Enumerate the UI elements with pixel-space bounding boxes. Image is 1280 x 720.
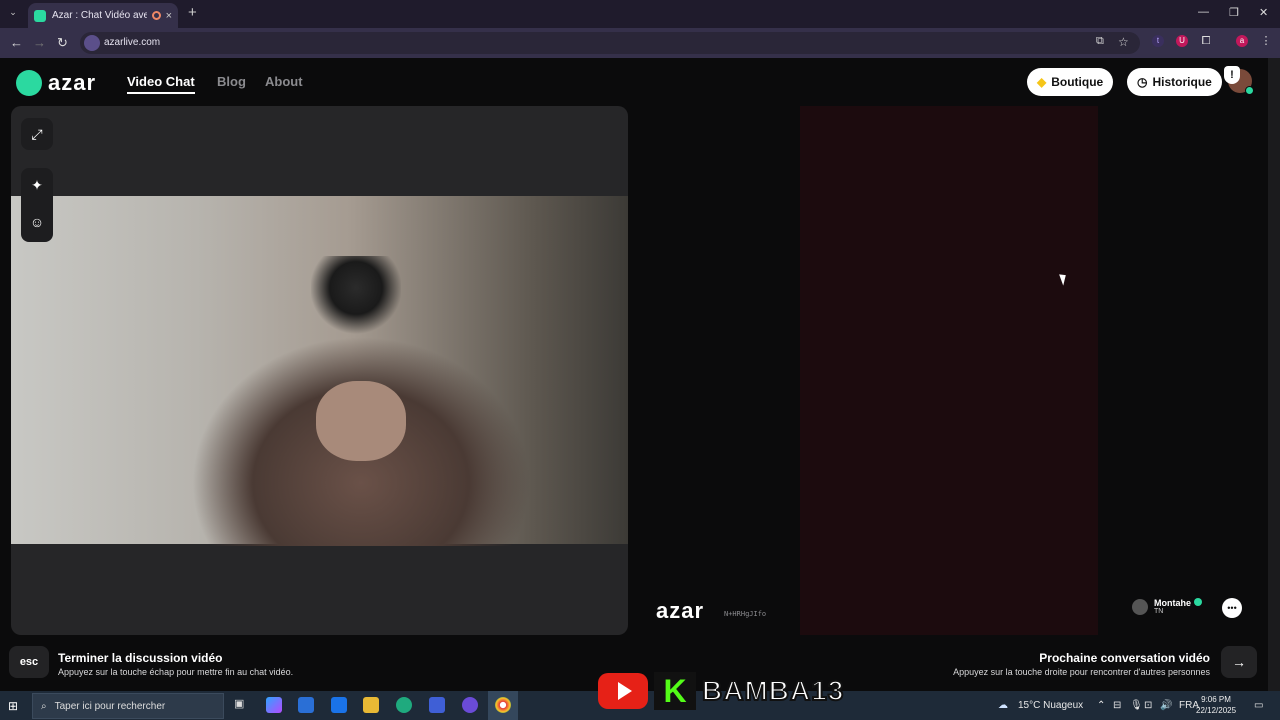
azar-logo-text: azar	[48, 70, 97, 95]
next-chat-title: Prochaine conversation vidéo	[1039, 651, 1210, 665]
install-app-icon[interactable]: ⧉	[1096, 35, 1104, 48]
esc-key-button[interactable]: esc	[9, 646, 49, 678]
end-chat-subtitle: Appuyez sur la touche échap pour mettre …	[58, 667, 294, 677]
chat-icon[interactable]: •••	[1222, 598, 1242, 618]
browser-menu-icon[interactable]: ⋮	[1260, 35, 1272, 47]
next-chat-subtitle: Appuyez sur la touche droite pour rencon…	[953, 667, 1210, 677]
address-bar-row: ← → ↻ azarlive.com ⧉ ☆	[0, 28, 1280, 58]
url-text: azarlive.com	[104, 37, 161, 48]
channel-name: BAMBA13	[701, 674, 845, 707]
file-explorer-icon[interactable]	[363, 697, 379, 713]
search-icon: ⌕	[41, 700, 47, 712]
azar-logo-mark	[16, 70, 42, 96]
peer-avatar	[1132, 598, 1148, 615]
verified-badge-icon	[1194, 598, 1202, 606]
tab-title: Azar : Chat Vidéo avec de n	[52, 10, 147, 21]
nav-video-chat[interactable]: Video Chat	[127, 74, 195, 94]
volume-icon[interactable]: 🔊	[1160, 700, 1172, 711]
edge-icon[interactable]	[396, 697, 412, 713]
peer-info[interactable]: Montahe TN	[1132, 598, 1202, 615]
diamond-icon: ◆	[1037, 75, 1047, 89]
back-icon[interactable]: ←	[10, 35, 23, 50]
extension-shield-icon[interactable]: U	[1176, 35, 1188, 47]
santa-hat-shape	[311, 256, 401, 336]
historique-label: Historique	[1152, 75, 1212, 89]
recording-indicator-icon	[151, 11, 161, 20]
local-camera-feed	[11, 196, 628, 546]
next-arrow-button[interactable]: →	[1221, 646, 1257, 678]
azar-logo[interactable]: azar	[16, 70, 96, 96]
historique-button[interactable]: ◷ Historique	[1127, 68, 1222, 96]
extensions-puzzle-icon[interactable]: ⧠	[1200, 35, 1212, 47]
clock-date: 22/12/2025	[1196, 706, 1237, 715]
app-icon[interactable]	[429, 697, 445, 713]
minimize-button[interactable]: —	[1198, 6, 1209, 18]
azar-watermark: azar	[656, 598, 705, 623]
copilot-icon[interactable]	[266, 697, 282, 713]
face-shape	[316, 381, 406, 461]
taskbar-search[interactable]: ⌕ Taper ici pour rechercher	[32, 693, 224, 719]
profile-icon[interactable]: a	[1236, 35, 1248, 47]
page-scrollbar[interactable]	[1268, 58, 1280, 691]
sparkle-icon[interactable]: ✦	[21, 168, 53, 202]
close-window-button[interactable]: ✕	[1259, 6, 1268, 19]
network-icon[interactable]: ⊟	[1113, 700, 1121, 711]
peer-name: Montahe	[1154, 598, 1191, 608]
store-icon[interactable]	[298, 697, 314, 713]
nav-blog[interactable]: Blog	[217, 74, 246, 89]
restore-button[interactable]: ❐	[1229, 6, 1239, 19]
browser-tab-strip: ⌄ Azar : Chat Vidéo avec de n × + — ❐ ✕	[0, 0, 1280, 28]
streamer-overlay: K BAMBA13	[598, 672, 844, 710]
bookmark-star-icon[interactable]: ☆	[1118, 35, 1129, 49]
tab-close-icon[interactable]: ×	[166, 10, 172, 22]
new-tab-button[interactable]: +	[188, 4, 197, 21]
taskbar-search-placeholder: Taper ici pour rechercher	[54, 700, 166, 712]
play-icon	[618, 682, 632, 700]
weather-icon: ☁	[998, 700, 1008, 711]
omnibox[interactable]: azarlive.com	[80, 32, 1140, 54]
boutique-button[interactable]: ◆ Boutique	[1027, 68, 1114, 96]
site-info-icon[interactable]	[84, 35, 100, 51]
browser-tab-azar[interactable]: Azar : Chat Vidéo avec de n ×	[28, 3, 178, 28]
expand-icon[interactable]: ⤢	[21, 118, 53, 150]
tab-search-icon[interactable]: ⌄	[6, 7, 20, 21]
youtube-logo-icon	[598, 673, 648, 709]
extension-t-icon[interactable]: t	[1152, 35, 1164, 47]
discord-icon[interactable]	[462, 697, 478, 713]
chrome-icon[interactable]	[495, 697, 511, 713]
online-status-dot	[1245, 86, 1254, 95]
azar-page: azar Video Chat Blog About ◆ Boutique ◷ …	[0, 58, 1268, 691]
mail-icon[interactable]	[331, 697, 347, 713]
wifi-icon[interactable]: ⊡	[1144, 700, 1152, 711]
task-view-icon[interactable]: ▣	[234, 697, 250, 713]
boutique-label: Boutique	[1051, 75, 1104, 89]
tray-chevron-icon[interactable]: ⌃	[1097, 700, 1105, 711]
forward-icon[interactable]: →	[33, 35, 46, 50]
taskbar-clock[interactable]: 9:06 PM 22/12/2025	[1196, 694, 1236, 716]
face-filter-icon[interactable]: ☺	[21, 202, 53, 242]
clock-icon: ◷	[1137, 75, 1148, 89]
azar-favicon	[34, 9, 46, 22]
weather-text[interactable]: 15°C Nuageux	[1018, 700, 1083, 711]
mic-icon[interactable]: 🎙	[1130, 700, 1143, 711]
reload-icon[interactable]: ↻	[57, 35, 68, 51]
kick-logo-icon: K	[654, 672, 696, 710]
shield-alert-icon[interactable]: !	[1224, 66, 1240, 84]
watermark-id: N+HRHgJIfo	[724, 610, 767, 618]
clock-time: 9:06 PM	[1201, 695, 1231, 704]
windows-start-icon[interactable]: ⊞	[8, 699, 18, 713]
nav-about[interactable]: About	[265, 74, 303, 89]
remote-video-panel	[800, 106, 1098, 635]
notifications-icon[interactable]: ▭	[1254, 700, 1263, 711]
peer-country: TN	[1154, 608, 1164, 615]
local-video-panel: ⤢ ✦ ☺	[11, 106, 628, 635]
end-chat-title: Terminer la discussion vidéo	[58, 651, 223, 665]
